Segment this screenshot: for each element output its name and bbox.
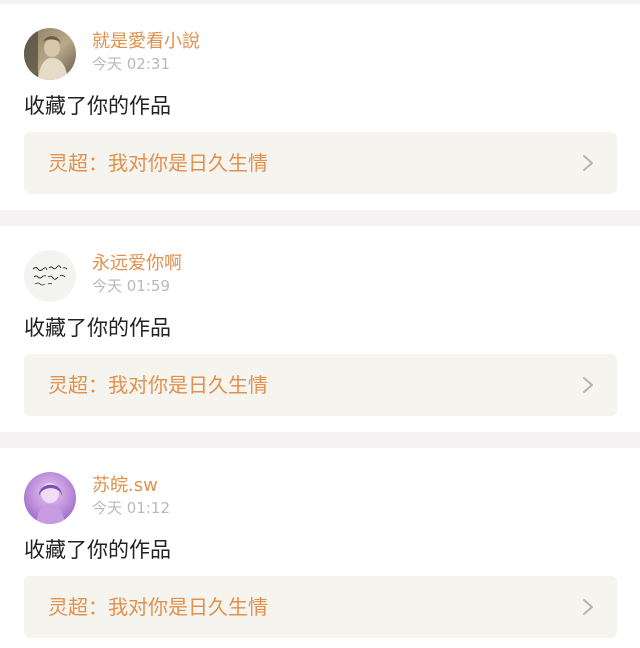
username-link[interactable]: 就是愛看小說 xyxy=(92,31,200,53)
user-avatar[interactable] xyxy=(24,472,76,524)
timestamp: 今天 02:31 xyxy=(92,55,170,73)
action-text: 收藏了你的作品 xyxy=(24,94,171,118)
timestamp: 今天 01:59 xyxy=(92,277,170,295)
work-title: 灵超：我对你是日久生情 xyxy=(48,151,268,175)
chevron-right-icon xyxy=(581,597,595,617)
username-link[interactable]: 永远爱你啊 xyxy=(92,253,182,275)
work-link-card[interactable]: 灵超：我对你是日久生情 xyxy=(24,576,617,638)
action-text: 收藏了你的作品 xyxy=(24,316,171,340)
notification-card: 苏皖.sw 今天 01:12 收藏了你的作品 灵超：我对你是日久生情 xyxy=(0,448,640,648)
action-text: 收藏了你的作品 xyxy=(24,538,171,562)
username-link[interactable]: 苏皖.sw xyxy=(92,475,158,497)
purple-portrait-icon xyxy=(24,472,76,524)
notification-card: 就是愛看小說 今天 02:31 收藏了你的作品 灵超：我对你是日久生情 xyxy=(0,4,640,210)
work-title: 灵超：我对你是日久生情 xyxy=(48,373,268,397)
work-link-card[interactable]: 灵超：我对你是日久生情 xyxy=(24,132,617,194)
work-link-card[interactable]: 灵超：我对你是日久生情 xyxy=(24,354,617,416)
notification-feed: 就是愛看小說 今天 02:31 收藏了你的作品 灵超：我对你是日久生情 永远爱你… xyxy=(0,0,640,648)
timestamp: 今天 01:12 xyxy=(92,499,170,517)
chevron-right-icon xyxy=(581,375,595,395)
work-title: 灵超：我对你是日久生情 xyxy=(48,595,268,619)
portrait-icon xyxy=(24,28,76,80)
user-avatar[interactable] xyxy=(24,250,76,302)
user-avatar[interactable] xyxy=(24,28,76,80)
notification-card: 永远爱你啊 今天 01:59 收藏了你的作品 灵超：我对你是日久生情 xyxy=(0,226,640,432)
chevron-right-icon xyxy=(581,153,595,173)
handwriting-icon xyxy=(24,250,76,302)
